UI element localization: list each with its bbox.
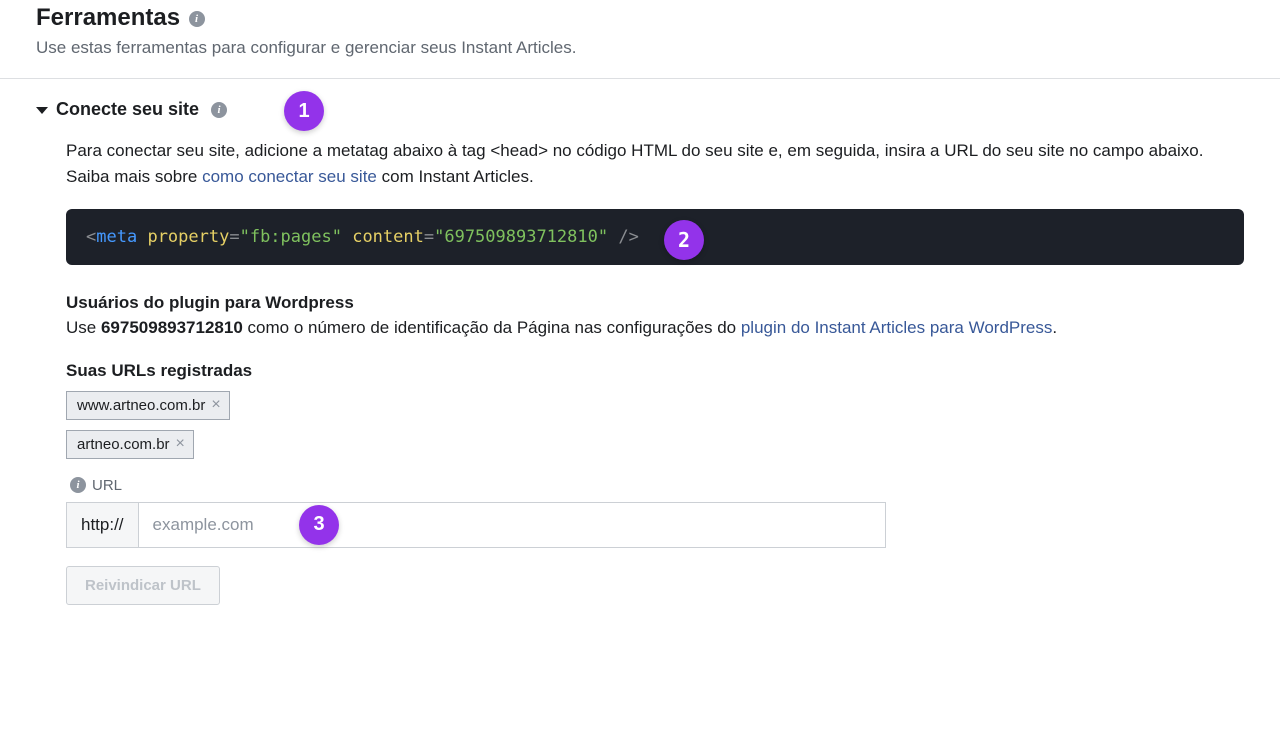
url-label: URL — [92, 477, 122, 494]
code-val-property: "fb:pages" — [240, 227, 342, 247]
url-input[interactable] — [139, 503, 885, 547]
close-icon[interactable]: × — [176, 436, 185, 452]
code-open-bracket: < — [86, 227, 96, 247]
info-icon[interactable]: i — [211, 102, 227, 118]
code-val-content: "697509893712810" — [434, 227, 608, 247]
code-attr-content: content — [352, 227, 424, 247]
desc-text-post: com Instant Articles. — [377, 167, 534, 186]
url-field-label-row: i URL — [66, 477, 1244, 494]
code-attr-property: property — [147, 227, 229, 247]
callout-badge-1: 1 — [284, 91, 324, 131]
connect-site-link[interactable]: como conectar seu site — [202, 167, 377, 186]
tools-header: Ferramentas i Use estas ferramentas para… — [0, 0, 1280, 79]
page-id-value: 697509893712810 — [101, 318, 243, 337]
wordpress-description: Use 697509893712810 como o número de ide… — [66, 315, 1244, 341]
chevron-down-icon — [36, 107, 48, 114]
wordpress-plugin-link[interactable]: plugin do Instant Articles para WordPres… — [741, 318, 1053, 337]
url-chip: www.artneo.com.br × — [66, 391, 230, 420]
page-subtitle: Use estas ferramentas para configurar e … — [36, 38, 1244, 58]
url-chip-label: www.artneo.com.br — [77, 397, 205, 414]
page-title: Ferramentas — [36, 4, 180, 32]
close-icon[interactable]: × — [211, 397, 220, 413]
wordpress-heading: Usuários do plugin para Wordpress — [66, 293, 1244, 313]
info-icon[interactable]: i — [70, 477, 86, 493]
section-title: Conecte seu site — [56, 99, 199, 120]
connect-site-section: 1 Conecte seu site i Para conectar seu s… — [0, 79, 1280, 605]
url-input-group: 3 http:// — [66, 502, 886, 548]
code-tag-name: meta — [96, 227, 137, 247]
url-prefix: http:// — [67, 503, 139, 547]
meta-tag-code-block: 2 <meta property="fb:pages" content="697… — [66, 209, 1244, 265]
section-header[interactable]: Conecte seu site i — [36, 99, 1244, 120]
callout-badge-3: 3 — [299, 505, 339, 545]
info-icon[interactable]: i — [189, 11, 205, 27]
section-body: Para conectar seu site, adicione a metat… — [36, 138, 1244, 605]
claim-url-button[interactable]: Reivindicar URL — [66, 566, 220, 605]
callout-badge-2: 2 — [664, 220, 704, 260]
url-chip-label: artneo.com.br — [77, 436, 170, 453]
code-close-bracket: /> — [618, 227, 638, 247]
section-description: Para conectar seu site, adicione a metat… — [66, 138, 1244, 189]
registered-urls-heading: Suas URLs registradas — [66, 361, 1244, 381]
url-chip: artneo.com.br × — [66, 430, 194, 459]
